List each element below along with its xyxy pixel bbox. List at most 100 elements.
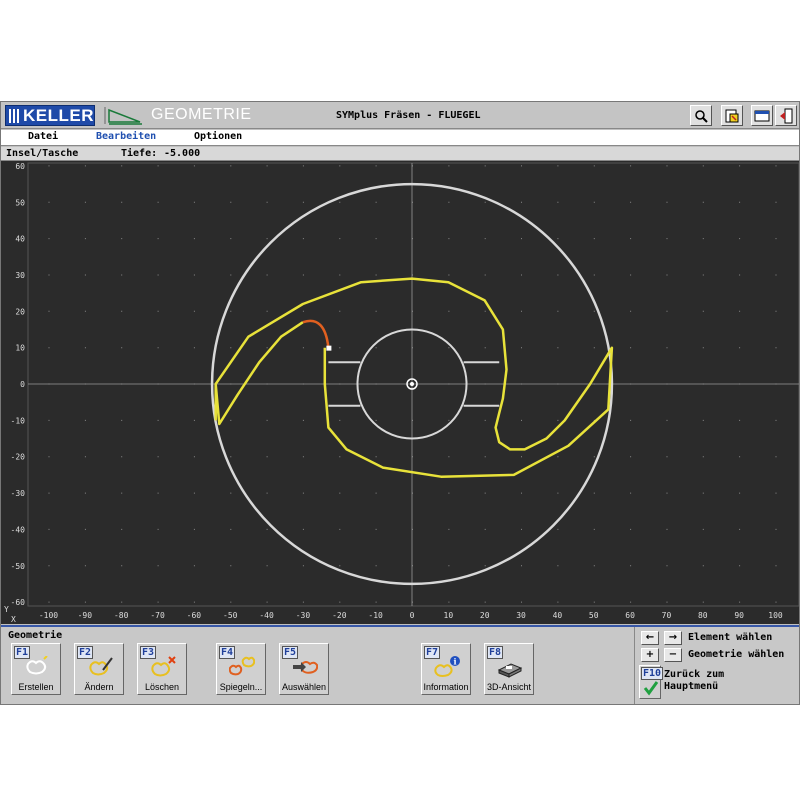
f5-label: Auswählen — [281, 682, 327, 692]
y-tick-label: -60 — [11, 598, 26, 607]
x-tick-label: 100 — [768, 611, 783, 620]
f2-modify-button[interactable]: F2 Ändern — [74, 643, 124, 695]
x-tick-label: -10 — [368, 611, 383, 620]
logo-text: KELLER — [23, 105, 94, 125]
x-tick-label: 60 — [625, 611, 635, 620]
search-button[interactable] — [690, 105, 712, 126]
menu-optionen[interactable]: Optionen — [194, 131, 242, 142]
x-tick-label: 80 — [698, 611, 708, 620]
selection-panel: ← → Element wählen + − Geometrie wählen … — [634, 627, 799, 704]
x-tick-label: 0 — [410, 611, 415, 620]
y-tick-label: -20 — [11, 453, 26, 462]
search-icon — [695, 109, 708, 123]
x-tick-label: -70 — [150, 611, 165, 620]
y-tick-label: 50 — [15, 198, 25, 207]
information-icon: i — [434, 656, 460, 677]
x-tick-label: -100 — [39, 611, 58, 620]
x-axis-label: X — [11, 615, 16, 624]
depth-label: Tiefe: — [121, 148, 158, 159]
selection-marker — [326, 345, 332, 351]
mode-title: GEOMETRIE — [151, 106, 252, 123]
y-axis-label: Y — [4, 605, 9, 614]
x-tick-label: -80 — [114, 611, 129, 620]
window-icon — [754, 110, 770, 121]
menu-bar: Datei Bearbeiten Optionen — [1, 130, 799, 146]
back-label-line2: Hauptmenü — [664, 681, 719, 692]
f4-label: Spiegeln... — [219, 682, 263, 692]
x-tick-label: -40 — [259, 611, 274, 620]
f8-label: 3D-Ansicht — [486, 682, 531, 692]
application-window: KELLER GEOMETRIE SYMplus Fräsen - FLUEGE… — [0, 101, 800, 705]
window-button[interactable] — [751, 105, 773, 126]
y-tick-label: 30 — [15, 271, 25, 280]
status-line: Insel/Tasche Tiefe: -5.000 — [1, 147, 799, 161]
selected-arc — [302, 319, 330, 348]
origin-dot — [410, 382, 414, 386]
exit-button[interactable] — [775, 105, 797, 126]
x-tick-label: 90 — [734, 611, 744, 620]
x-tick-label: 70 — [662, 611, 672, 620]
modify-contour-icon — [89, 657, 113, 676]
f1-label: Erstellen — [18, 682, 54, 692]
f5-select-button[interactable]: F5 Auswählen — [279, 643, 329, 695]
mirror-contour-icon — [229, 656, 255, 676]
x-tick-label: 40 — [553, 611, 563, 620]
x-tick-label: -50 — [223, 611, 238, 620]
depth-value: -5.000 — [164, 148, 201, 159]
element-prev-button[interactable]: ← — [641, 631, 659, 645]
keller-logo: KELLER — [5, 105, 95, 126]
f3-delete-button[interactable]: F3 Löschen — [137, 643, 187, 695]
x-tick-label: -60 — [187, 611, 202, 620]
x-tick-label: 10 — [444, 611, 454, 620]
drawing-canvas[interactable]: 60 50 40 30 20 10 0 -10 -20 -30 -40 -50 -60 -100 -90 -8… — [1, 161, 799, 624]
minus-icon: − — [668, 649, 678, 660]
y-tick-label: -30 — [11, 489, 26, 498]
geometry-prev-button[interactable]: − — [664, 648, 682, 662]
svg-text:i: i — [454, 657, 457, 667]
x-tick-label: -30 — [296, 611, 311, 620]
f7-label: Information — [423, 682, 469, 692]
geometry-select-label: Geometrie wählen — [688, 649, 785, 660]
plus-icon: + — [645, 649, 655, 660]
x-tick-label: -90 — [78, 611, 93, 620]
panel-title: Geometrie — [8, 630, 63, 641]
geometry-next-button[interactable]: + — [641, 648, 659, 662]
y-tick-label: 0 — [20, 380, 25, 389]
x-tick-label: 20 — [480, 611, 490, 620]
edit-button[interactable] — [721, 105, 743, 126]
menu-bearbeiten[interactable]: Bearbeiten — [96, 131, 156, 142]
y-tick-label: 60 — [15, 162, 25, 171]
f1-create-button[interactable]: F1 Erstellen — [11, 643, 61, 695]
arrow-right-icon: → — [668, 632, 678, 643]
element-select-label: Element wählen — [688, 632, 773, 643]
title-bar: KELLER GEOMETRIE SYMplus Fräsen - FLUEGE… — [1, 102, 799, 129]
function-key-panel: Geometrie F1 Erstellen F2 Ändern F3 Lösc… — [1, 625, 799, 704]
create-contour-icon — [26, 656, 48, 675]
back-label-line1: Zurück zum — [664, 669, 725, 680]
checkmark-icon — [643, 681, 659, 696]
x-tick-label: -20 — [332, 611, 347, 620]
menu-datei[interactable]: Datei — [28, 131, 58, 142]
x-tick-label: 50 — [589, 611, 599, 620]
y-tick-label: 40 — [15, 235, 25, 244]
exit-icon — [780, 108, 793, 123]
select-contour-icon — [293, 661, 318, 674]
geometry-plot[interactable]: 6050403020100-10-20-30-40-50-60-100 -90 -8… — [1, 161, 799, 624]
3d-view-icon — [497, 663, 523, 678]
element-next-button[interactable]: → — [664, 631, 682, 645]
arrow-left-icon: ← — [645, 632, 655, 643]
app-title: SYMplus Fräsen - FLUEGEL — [336, 110, 481, 121]
y-tick-label: 20 — [15, 307, 25, 316]
f4-mirror-button[interactable]: F4 Spiegeln... — [216, 643, 266, 695]
f10-back-button[interactable]: F10 — [639, 665, 664, 699]
f10-key: F10 — [641, 667, 664, 680]
y-tick-label: -10 — [11, 416, 26, 425]
vane-contour — [214, 277, 614, 478]
y-tick-label: -40 — [11, 525, 26, 534]
y-tick-label: 10 — [15, 344, 25, 353]
f8-3d-view-button[interactable]: F8 3D-Ansicht — [484, 643, 534, 695]
y-tick-label: -50 — [11, 562, 26, 571]
status-mode: Insel/Tasche — [6, 148, 79, 159]
f7-information-button[interactable]: F7 i Information — [421, 643, 471, 695]
edit-icon — [725, 109, 739, 122]
